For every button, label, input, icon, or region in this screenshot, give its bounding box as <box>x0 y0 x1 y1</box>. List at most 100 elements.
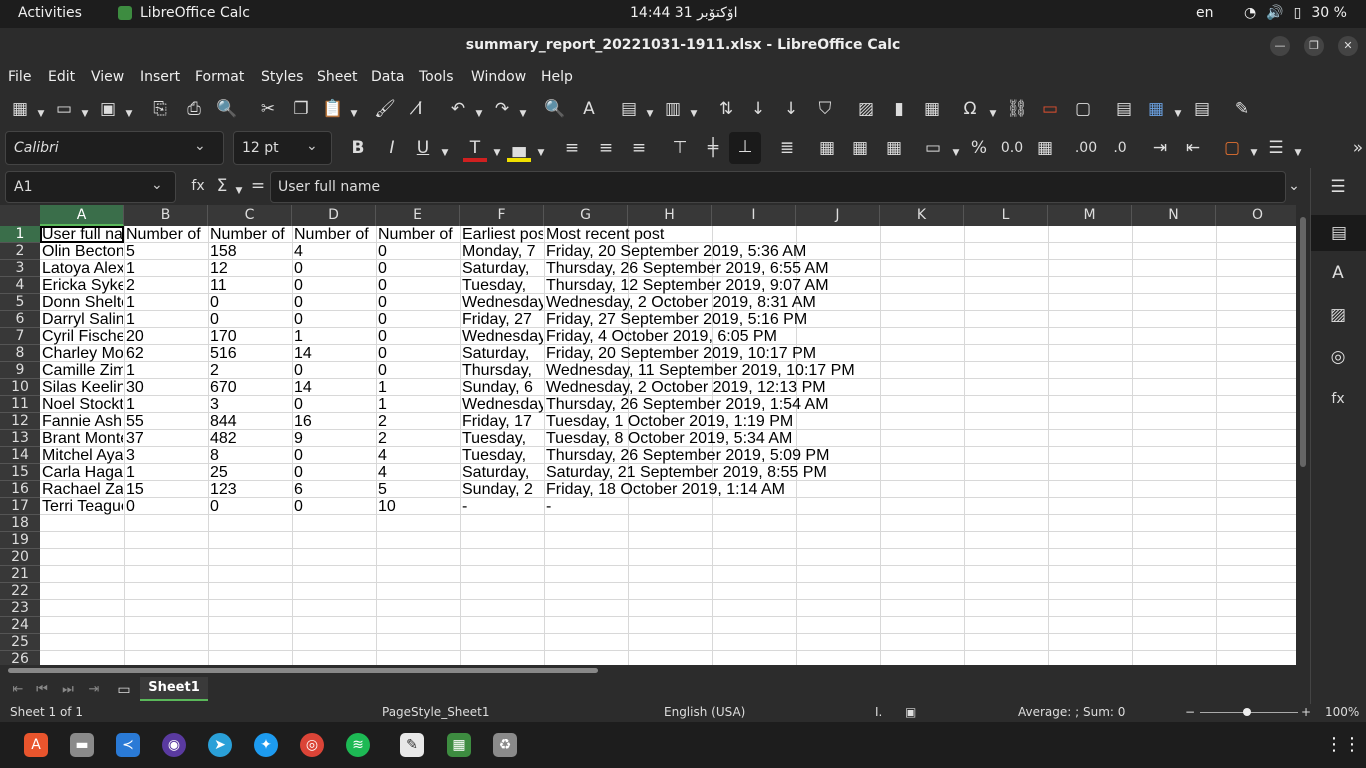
chevron-down-icon[interactable]: ▼ <box>349 104 359 124</box>
telegram-icon[interactable]: ➤ <box>208 733 232 757</box>
cell-c15[interactable]: 25 <box>208 464 291 481</box>
menu-help[interactable]: Help <box>541 69 573 85</box>
column-header-i[interactable]: I <box>712 205 796 226</box>
cell-e12[interactable]: 2 <box>376 413 459 430</box>
freeze-rows-icon[interactable]: ▦ <box>1144 99 1168 119</box>
cell-c9[interactable]: 2 <box>208 362 291 379</box>
column-header-k[interactable]: K <box>880 205 964 226</box>
cell-b9[interactable]: 1 <box>124 362 207 379</box>
cell-e15[interactable]: 4 <box>376 464 459 481</box>
tor-browser-icon[interactable]: ◉ <box>162 733 186 757</box>
cell-g15[interactable]: Saturday, 21 September 2019, 8:55 PM <box>544 464 1104 481</box>
column-header-e[interactable]: E <box>376 205 460 226</box>
pivot-table-icon[interactable]: ▦ <box>920 99 944 119</box>
chevron-down-icon[interactable]: ▼ <box>36 104 46 124</box>
text-editor-icon[interactable]: ✎ <box>400 733 424 757</box>
cell-b15[interactable]: 1 <box>124 464 207 481</box>
number-format-icon[interactable]: 0.0 <box>1000 138 1024 158</box>
clock[interactable]: 14:44 31 اۆکتۆبر <box>630 5 737 21</box>
cell-e13[interactable]: 2 <box>376 430 459 447</box>
formula-equals-icon[interactable]: = <box>246 176 270 196</box>
border-style-icon[interactable]: ☰ <box>1264 138 1288 158</box>
cell-a3[interactable]: Latoya Alexander <box>40 260 123 277</box>
cell-c16[interactable]: 123 <box>208 481 291 498</box>
spotify-icon[interactable]: ≋ <box>346 733 370 757</box>
cell-g7[interactable]: Friday, 4 October 2019, 6:05 PM <box>544 328 1104 345</box>
cell-a17[interactable]: Terri Teague <box>40 498 123 515</box>
column-header-m[interactable]: M <box>1048 205 1132 226</box>
cell-d11[interactable]: 0 <box>292 396 375 413</box>
cell-f6[interactable]: Friday, 27 <box>460 311 543 328</box>
navigator-icon[interactable]: ◎ <box>1326 347 1350 367</box>
cell-g4[interactable]: Thursday, 12 September 2019, 9:07 AM <box>544 277 1104 294</box>
styles-icon[interactable]: A <box>1326 263 1350 283</box>
cell-f16[interactable]: Sunday, 2 <box>460 481 543 498</box>
center-vertically-icon[interactable]: ╪ <box>701 138 725 158</box>
cell-f1[interactable]: Earliest post <box>460 226 543 243</box>
zoom-out-icon[interactable]: − <box>1185 705 1195 719</box>
column-header-b[interactable]: B <box>124 205 208 226</box>
chevron-down-icon[interactable]: ▼ <box>1293 143 1303 163</box>
cell-e17[interactable]: 10 <box>376 498 459 515</box>
find-replace-icon[interactable]: 🔍 <box>543 99 567 119</box>
bold-icon[interactable]: B <box>346 138 370 158</box>
sheet-tab[interactable]: Sheet1 <box>140 677 208 701</box>
cell-c14[interactable]: 8 <box>208 447 291 464</box>
function-wizard-icon[interactable]: fx <box>186 176 210 196</box>
chevron-down-icon[interactable]: ▼ <box>988 104 998 124</box>
cell-f7[interactable]: Wednesday <box>460 328 543 345</box>
show-apps-icon[interactable]: ⋮⋮ <box>1325 733 1361 757</box>
cell-e14[interactable]: 4 <box>376 447 459 464</box>
background-color-icon[interactable]: ▄ <box>507 138 531 162</box>
sort-ascending-icon[interactable]: ↓ <box>746 99 770 119</box>
cut-icon[interactable]: ✂ <box>256 99 280 119</box>
row-header-5[interactable]: 5 <box>0 294 40 311</box>
comment-icon[interactable]: ▭ <box>1038 99 1062 119</box>
font-size-box[interactable]: 12 pt ⌄ <box>233 131 332 165</box>
cell-c7[interactable]: 170 <box>208 328 291 345</box>
row-header-3[interactable]: 3 <box>0 260 40 277</box>
cell-a11[interactable]: Noel Stockton <box>40 396 123 413</box>
cell-e11[interactable]: 1 <box>376 396 459 413</box>
cell-c11[interactable]: 3 <box>208 396 291 413</box>
row-header-24[interactable]: 24 <box>0 617 40 634</box>
borders-icon[interactable]: ▢ <box>1220 138 1244 158</box>
unmerge-cells-icon[interactable]: ▦ <box>882 138 906 158</box>
sort-descending-icon[interactable]: ↓ <box>779 99 803 119</box>
menu-view[interactable]: View <box>91 69 124 85</box>
merge-cells-icon[interactable]: ▦ <box>848 138 872 158</box>
export-pdf-icon[interactable]: ⎘ <box>148 99 172 119</box>
page-style[interactable]: PageStyle_Sheet1 <box>382 705 490 719</box>
clear-formatting-icon[interactable]: I̸ <box>408 99 432 119</box>
cell-d14[interactable]: 0 <box>292 447 375 464</box>
row-header-9[interactable]: 9 <box>0 362 40 379</box>
cell-d8[interactable]: 14 <box>292 345 375 362</box>
cell-a9[interactable]: Camille Zimmerman <box>40 362 123 379</box>
cell-b16[interactable]: 15 <box>124 481 207 498</box>
row-header-18[interactable]: 18 <box>0 515 40 532</box>
cell-f12[interactable]: Friday, 17 <box>460 413 543 430</box>
column-header-n[interactable]: N <box>1132 205 1216 226</box>
menu-sheet[interactable]: Sheet <box>317 69 357 85</box>
cell-a1[interactable]: User full name <box>40 226 123 243</box>
sidebar-menu-icon[interactable]: ☰ <box>1326 177 1350 197</box>
cell-c5[interactable]: 0 <box>208 294 291 311</box>
cell-b7[interactable]: 20 <box>124 328 207 345</box>
sort-icon[interactable]: ⇅ <box>714 99 738 119</box>
cell-g11[interactable]: Thursday, 26 September 2019, 1:54 AM <box>544 396 1104 413</box>
chevron-down-icon[interactable]: ▼ <box>689 104 699 124</box>
vertical-scroll-thumb[interactable] <box>1300 217 1306 467</box>
row-header-15[interactable]: 15 <box>0 464 40 481</box>
functions-icon[interactable]: fx <box>1326 389 1350 409</box>
cell-c2[interactable]: 158 <box>208 243 291 260</box>
cell-g12[interactable]: Tuesday, 1 October 2019, 1:19 PM <box>544 413 1104 430</box>
cell-b12[interactable]: 55 <box>124 413 207 430</box>
wrap-text-icon[interactable]: ≣ <box>775 138 799 158</box>
cell-g6[interactable]: Friday, 27 September 2019, 5:16 PM <box>544 311 1104 328</box>
chevron-down-icon[interactable]: ▼ <box>645 104 655 124</box>
column-icon[interactable]: ▥ <box>661 99 685 119</box>
trash-icon[interactable]: ♻ <box>493 733 517 757</box>
next-sheet-icon[interactable]: ⏭ <box>56 680 80 700</box>
chrome-icon[interactable]: ◎ <box>300 733 324 757</box>
spelling-icon[interactable]: A <box>577 99 601 119</box>
